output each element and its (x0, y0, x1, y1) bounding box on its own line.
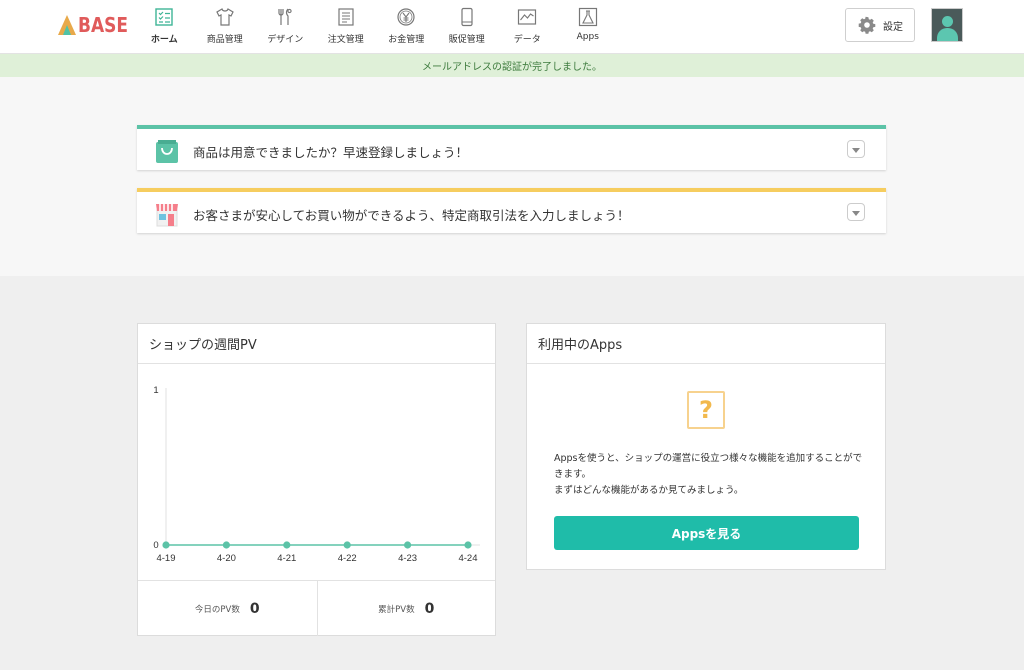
data-point (464, 541, 472, 549)
x-tick-label: 4-23 (398, 553, 417, 564)
nav-item-products[interactable]: 商品管理 (195, 0, 256, 54)
today-pv-label: 今日のPV数 (194, 604, 240, 615)
card-title: ショップの週間PV (138, 324, 495, 364)
avatar-body (937, 28, 958, 41)
notice-text: メールアドレスの認証が完了しました。 (422, 62, 602, 73)
logo-mark-icon (58, 15, 76, 35)
today-pv: 今日のPV数 0 (138, 581, 317, 636)
nav-label: データ (513, 35, 541, 45)
data-point (283, 541, 291, 549)
task-text: お客さまが安心してお買い物ができるよう、特定商取引法を入力しましょう！ (193, 208, 630, 223)
pv-summary: 今日のPV数 0 累計PV数 0 (138, 580, 495, 636)
task-commerce-law[interactable]: お客さまが安心してお買い物ができるよう、特定商取引法を入力しましょう！ (137, 188, 886, 233)
user-avatar-icon[interactable] (931, 8, 963, 42)
total-pv-value: 0 (424, 600, 435, 617)
chevron-down-icon[interactable] (847, 140, 865, 158)
yen-coin-icon (396, 7, 416, 27)
logo-text: BASE (78, 13, 128, 37)
data-point (162, 541, 170, 549)
nav-label: お金管理 (388, 35, 425, 45)
tshirt-icon (215, 7, 235, 27)
top-header: BASE ホーム 商品管理 デザイン 注文管理 お金管理 販促管理 データ Ap… (0, 0, 1024, 54)
nav-label: ホーム (150, 35, 178, 45)
line-chart-icon (517, 7, 537, 27)
onboarding-area (0, 77, 1024, 276)
nav-label: 商品管理 (206, 35, 243, 45)
data-point (343, 541, 351, 549)
total-pv: 累計PV数 0 (316, 581, 496, 636)
settings-button[interactable]: 設定 (845, 8, 915, 42)
x-tick-label: 4-22 (338, 553, 357, 564)
task-text: 商品は用意できましたか？早速登録しましょう！ (193, 145, 469, 160)
nav-label: 販促管理 (448, 35, 485, 45)
nav-item-promotion[interactable]: 販促管理 (437, 0, 498, 54)
shopping-bag-icon (156, 140, 178, 163)
nav-item-home[interactable]: ホーム (134, 0, 195, 54)
x-tick-label: 4-24 (458, 553, 477, 564)
nav-item-design[interactable]: デザイン (255, 0, 316, 54)
weekly-pv-chart: 0 1 4-19 4-20 4-21 4-22 4-23 4-24 (153, 385, 480, 564)
y-tick-label: 0 (153, 540, 158, 551)
nav-label: 注文管理 (327, 35, 364, 45)
base-logo[interactable]: BASE (58, 12, 137, 38)
apps-in-use-card: 利用中のApps ? Appsを使うと、ショップの運営に役立つ様々な機能を追加す… (526, 323, 886, 570)
x-tick-label: 4-19 (156, 553, 175, 564)
x-tick-label: 4-20 (217, 553, 236, 564)
nav-label: デザイン (267, 35, 304, 45)
task-register-product[interactable]: 商品は用意できましたか？早速登録しましょう！ (137, 125, 886, 170)
weekly-pv-card: ショップの週間PV 0 1 4-19 4-20 4-21 4-22 4-23 4-24 今日の… (137, 323, 496, 636)
nav-item-apps[interactable]: Apps (558, 0, 619, 54)
order-document-icon (336, 7, 356, 27)
verification-notice: メールアドレスの認証が完了しました。 (0, 54, 1024, 77)
nav-label: Apps (576, 32, 599, 42)
y-tick-label: 1 (153, 385, 158, 396)
data-point (222, 541, 230, 549)
settings-label: 設定 (883, 21, 903, 33)
chevron-down-icon[interactable] (847, 203, 865, 221)
brush-tools-icon (275, 7, 295, 27)
gear-icon (858, 16, 876, 34)
view-apps-button[interactable]: Appsを見る (554, 516, 859, 550)
nav-item-orders[interactable]: 注文管理 (316, 0, 377, 54)
home-checklist-icon (154, 7, 174, 27)
today-pv-value: 0 (249, 600, 260, 617)
apps-description: Appsを使うと、ショップの運営に役立つ様々な機能を追加することができます。 まず… (554, 453, 863, 496)
avatar-head (942, 16, 953, 27)
smartphone-icon (457, 7, 477, 27)
x-tick-label: 4-21 (277, 553, 296, 564)
question-icon: ? (687, 391, 725, 429)
apps-flask-icon (578, 7, 598, 27)
card-title: 利用中のApps (527, 324, 885, 364)
data-point (404, 541, 412, 549)
total-pv-label: 累計PV数 (378, 604, 415, 615)
nav-item-data[interactable]: データ (497, 0, 558, 54)
storefront-icon (156, 204, 178, 227)
nav-item-money[interactable]: お金管理 (376, 0, 437, 54)
main-nav: ホーム 商品管理 デザイン 注文管理 お金管理 販促管理 データ Apps (134, 0, 618, 54)
